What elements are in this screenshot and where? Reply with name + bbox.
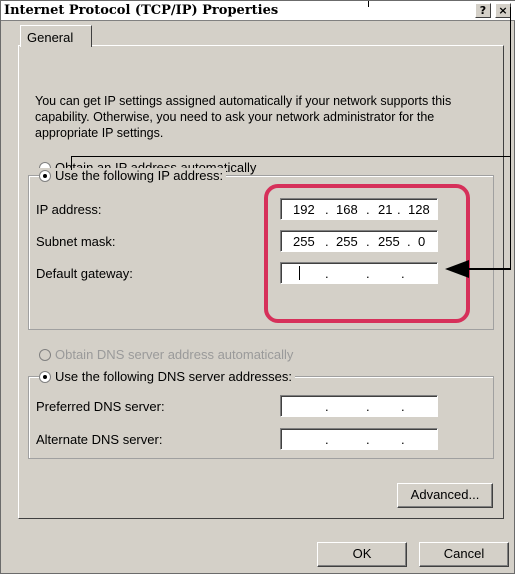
cancel-button[interactable]: Cancel xyxy=(419,542,509,567)
default-gateway-label: Default gateway: xyxy=(36,266,133,281)
callout-line-drop xyxy=(71,156,72,170)
ip-fields-highlight xyxy=(264,184,470,323)
ip-dot: . xyxy=(401,432,405,447)
advanced-button[interactable]: Advanced... xyxy=(397,483,493,508)
callout-line-horizontal xyxy=(467,268,511,270)
help-button[interactable]: ? xyxy=(475,3,491,18)
title-bar[interactable]: Internet Protocol (TCP/IP) Properties ? … xyxy=(1,1,515,21)
ip-dot: . xyxy=(401,399,405,414)
callout-line-branch xyxy=(71,156,511,157)
ip-dot: . xyxy=(325,432,329,447)
use-following-ip-label: Use the following IP address: xyxy=(55,168,224,183)
ip-dot: . xyxy=(325,399,329,414)
use-following-dns-radio-button[interactable] xyxy=(39,370,51,383)
use-following-dns-radio[interactable]: Use the following DNS server addresses: xyxy=(39,369,295,384)
subnet-mask-label: Subnet mask: xyxy=(36,234,116,249)
callout-line-vertical xyxy=(510,7,511,268)
use-following-ip-radio[interactable]: Use the following IP address: xyxy=(39,168,227,183)
obtain-dns-auto-radio[interactable]: Obtain DNS server address automatically xyxy=(39,347,297,362)
window-title: Internet Protocol (TCP/IP) Properties xyxy=(4,3,279,18)
preferred-dns-field[interactable]: . . . xyxy=(280,395,438,417)
use-following-dns-label: Use the following DNS server addresses: xyxy=(55,369,292,384)
tcpip-properties-dialog: Internet Protocol (TCP/IP) Properties ? … xyxy=(0,0,515,574)
ip-address-label: IP address: xyxy=(36,202,102,217)
description-text: You can get IP settings assigned automat… xyxy=(35,94,452,140)
use-following-ip-radio-button[interactable] xyxy=(39,169,51,182)
preferred-dns-label: Preferred DNS server: xyxy=(36,399,165,414)
close-button[interactable]: × xyxy=(495,3,511,18)
alternate-dns-label: Alternate DNS server: xyxy=(36,432,163,447)
obtain-dns-auto-radio-button[interactable] xyxy=(39,348,51,361)
alternate-dns-field[interactable]: . . . xyxy=(280,428,438,450)
callout-line-top xyxy=(368,1,369,7)
ok-button[interactable]: OK xyxy=(317,542,407,567)
ip-dot: . xyxy=(366,432,370,447)
ip-dot: . xyxy=(366,399,370,414)
tab-general-label: General xyxy=(27,30,74,45)
callout-arrowhead xyxy=(445,260,469,278)
obtain-dns-auto-label: Obtain DNS server address automatically xyxy=(55,347,294,362)
tab-general[interactable]: General xyxy=(20,25,92,47)
